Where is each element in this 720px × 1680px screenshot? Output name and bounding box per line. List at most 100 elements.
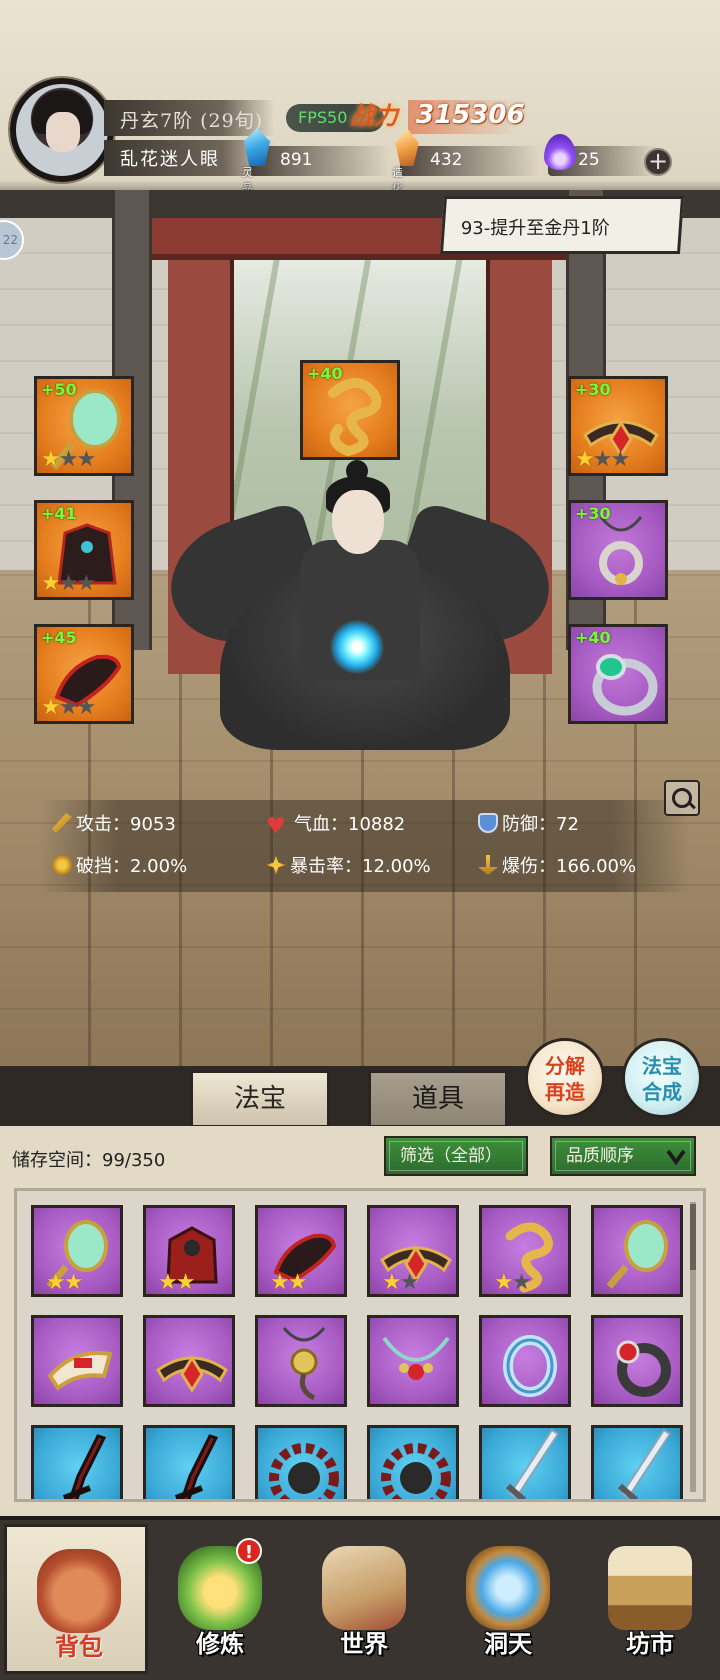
slot-bonus: +30 <box>575 504 611 523</box>
slot-stars: ★★★ <box>41 447 96 472</box>
star-empty-icon: ★ <box>76 695 96 720</box>
crit-icon <box>266 855 286 875</box>
zoom-icon[interactable] <box>664 780 700 816</box>
star-icon: ★ <box>41 571 61 596</box>
stat-break-text: 破挡：2.00% <box>76 856 188 877</box>
inventory-scroll-thumb[interactable] <box>690 1204 696 1270</box>
nav-backpack[interactable]: 背包 <box>4 1524 148 1674</box>
nav-cave[interactable]: 洞天 <box>436 1524 580 1674</box>
filter-button[interactable]: 筛选（全部） <box>384 1136 528 1176</box>
nav-world[interactable]: 世界 <box>292 1524 436 1674</box>
stat-hp: ♥ 气血：10882 <box>266 810 405 839</box>
chevron-down-icon <box>666 1149 686 1166</box>
inventory-item[interactable]: ★★ <box>255 1205 347 1297</box>
sword-icon <box>52 813 72 833</box>
storage-value: 99/350 <box>102 1150 166 1171</box>
break-icon <box>52 855 72 875</box>
character-head <box>332 490 384 554</box>
forge-line1: 分解 <box>545 1054 585 1078</box>
red-wheel-icon <box>381 1443 451 1499</box>
nav-cultivate[interactable]: ! 修炼 <box>148 1524 292 1674</box>
inventory-item[interactable]: ★★ <box>31 1205 123 1297</box>
inventory-item[interactable] <box>255 1425 347 1499</box>
star-empty-icon: ★ <box>592 447 613 472</box>
inventory-item[interactable] <box>143 1425 235 1499</box>
star-empty-icon: ★ <box>399 1270 420 1295</box>
star-icon: ★ <box>46 1270 66 1295</box>
player-avatar[interactable] <box>10 78 114 182</box>
jade-necklace-icon <box>382 1336 450 1380</box>
resource-bar <box>250 146 390 176</box>
top-header: 丹玄7阶 (29旬) FPS50 战力 315306 乱花迷人眼 灵晶 891 … <box>0 0 720 211</box>
decompose-reforge-button[interactable]: 分解 再造 <box>525 1038 605 1118</box>
tab-bar <box>0 1066 720 1126</box>
star-icon: ★ <box>287 1270 308 1295</box>
star-empty-icon: ★ <box>58 571 79 596</box>
stat-attack: 攻击：9053 <box>52 810 176 836</box>
equip-slot-pendant[interactable]: +30 <box>568 500 668 600</box>
equip-slot-crown[interactable]: +30 ★★★ <box>568 376 668 476</box>
treasure-merge-button[interactable]: 法宝 合成 <box>622 1038 702 1118</box>
item-stars: ★★ <box>158 1272 195 1294</box>
inventory-grid[interactable]: ★★ ★★ ★★ ★★ ★★ <box>14 1188 706 1502</box>
slot-bonus: +40 <box>307 364 343 383</box>
equip-slot-dragon[interactable]: +40 <box>300 360 400 460</box>
equip-slot-ring[interactable]: +40 <box>568 624 668 724</box>
star-empty-icon: ★ <box>58 695 79 720</box>
gold-pendant-icon <box>282 1327 326 1401</box>
nav-label: 修炼 <box>196 1629 244 1658</box>
inventory-item[interactable] <box>367 1425 459 1499</box>
sort-dropdown[interactable]: 品质顺序 <box>550 1136 696 1176</box>
purple-flame-icon <box>544 134 576 170</box>
merge-line2: 合成 <box>642 1080 682 1104</box>
stat-crit-rate-text: 暴击率：12.00% <box>290 856 431 877</box>
resource-value: 25 <box>578 150 600 170</box>
inventory-item[interactable] <box>591 1315 683 1407</box>
quest-banner[interactable]: 93-提升至金丹1阶 <box>439 196 685 254</box>
item-stars: ★★ <box>382 1270 420 1295</box>
inventory-item[interactable]: ★★ <box>479 1205 571 1297</box>
tab-items[interactable]: 道具 <box>368 1070 508 1128</box>
player-age: (29旬) <box>200 110 264 132</box>
inventory-item[interactable]: ★★ <box>143 1205 235 1297</box>
inventory-item[interactable]: ★★ <box>367 1205 459 1297</box>
inventory-item[interactable] <box>255 1315 347 1407</box>
jade-fan-icon <box>606 1220 668 1289</box>
inventory-item[interactable] <box>31 1425 123 1499</box>
portal-icon <box>466 1546 550 1630</box>
inventory-item[interactable] <box>591 1425 683 1499</box>
star-icon: ★ <box>41 447 61 472</box>
equip-slot-fan[interactable]: +50 ★★★ <box>34 376 134 476</box>
inventory-item[interactable] <box>367 1315 459 1407</box>
red-blade-icon <box>174 1434 219 1499</box>
slot-stars: ★★★ <box>41 571 96 596</box>
resource-bar <box>400 146 540 176</box>
inventory-item[interactable] <box>31 1315 123 1407</box>
resource-value: 432 <box>430 150 463 170</box>
stat-defense: 防御：72 <box>478 810 579 836</box>
spirit-orb <box>330 620 384 674</box>
inventory-item[interactable] <box>143 1315 235 1407</box>
equip-slot-boots[interactable]: +45 ★★★ <box>34 624 134 724</box>
power-label: 战力 <box>350 101 398 130</box>
tab-treasure[interactable]: 法宝 <box>190 1070 330 1128</box>
add-resource-button[interactable]: + <box>644 148 672 176</box>
star-icon: ★ <box>575 447 595 472</box>
nav-market[interactable]: 坊市 <box>578 1524 720 1674</box>
star-empty-icon: ★ <box>58 447 79 472</box>
inventory-item[interactable] <box>591 1205 683 1297</box>
stat-attack-text: 攻击：9053 <box>76 814 176 835</box>
backpack-icon <box>37 1549 121 1633</box>
stat-defense-text: 防御：72 <box>502 814 579 835</box>
stats-panel: 攻击：9053 ♥ 气血：10882 防御：72 破挡：2.00% 暴击率：12.… <box>40 800 690 892</box>
inventory-item[interactable] <box>479 1425 571 1499</box>
slot-bonus: +45 <box>41 628 77 647</box>
resource-value: 891 <box>280 150 313 170</box>
shield-icon <box>478 813 498 833</box>
filter-label: 筛选（全部） <box>400 1146 502 1166</box>
equip-slot-armor[interactable]: +41 ★★★ <box>34 500 134 600</box>
star-icon: ★ <box>494 1270 514 1295</box>
inventory-item[interactable] <box>479 1315 571 1407</box>
merge-line1: 法宝 <box>642 1054 682 1078</box>
item-stars: ★★ <box>494 1270 531 1295</box>
